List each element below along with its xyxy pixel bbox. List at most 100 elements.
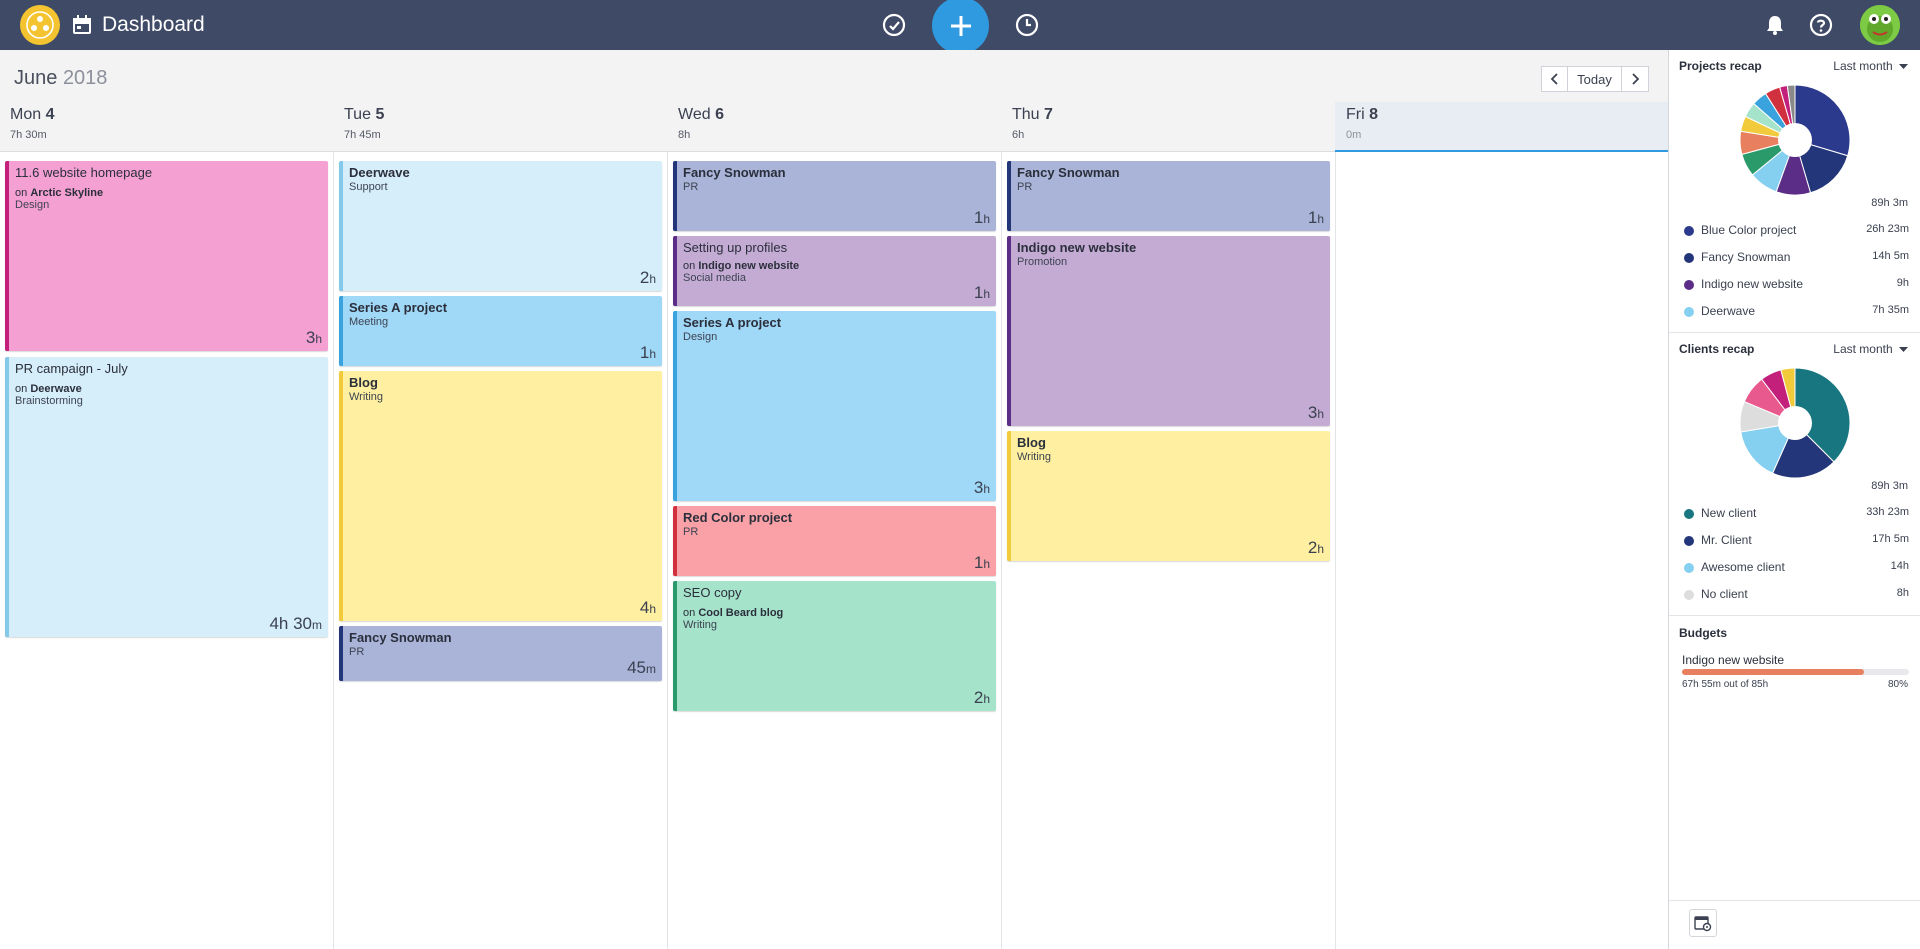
entry-task: Writing xyxy=(683,619,718,631)
time-entry-card[interactable]: Series A project Meeting 1h xyxy=(339,296,662,366)
entry-title: 11.6 website homepage xyxy=(15,165,153,180)
client-legend-row[interactable]: Awesome client 14h xyxy=(1669,559,1920,581)
add-entry-button[interactable] xyxy=(932,0,989,54)
day-total: 0m xyxy=(1346,129,1362,141)
legend-dot xyxy=(1684,509,1694,519)
projects-range-dropdown[interactable]: Last month xyxy=(1833,59,1908,73)
day-header-tue[interactable]: Tue 5 7h 45m xyxy=(344,106,678,141)
time-entry-card[interactable]: Setting up profiles on Indigo new websit… xyxy=(673,236,996,306)
budgets-title: Budgets xyxy=(1679,626,1727,640)
entry-task: Meeting xyxy=(349,316,389,328)
today-button[interactable]: Today xyxy=(1567,66,1622,92)
entry-project: on Arctic Skyline xyxy=(15,187,104,199)
legend-dot xyxy=(1684,563,1694,573)
caret-down-icon xyxy=(1899,64,1908,69)
clock-icon[interactable] xyxy=(1014,12,1040,38)
entry-duration: 4h xyxy=(639,598,656,617)
clients-range-dropdown[interactable]: Last month xyxy=(1833,342,1908,356)
entry-duration: 2h xyxy=(639,268,656,287)
entry-task: Promotion xyxy=(1017,256,1068,268)
entry-duration: 1h xyxy=(973,553,990,572)
day-total: 7h 45m xyxy=(344,129,381,141)
calendar-settings-icon xyxy=(1694,916,1712,932)
time-entry-card[interactable]: Blog Writing 2h xyxy=(1007,431,1330,561)
top-bar: Dashboard xyxy=(0,0,1920,54)
prev-week-button[interactable] xyxy=(1541,66,1568,92)
budget-progress-fill xyxy=(1682,669,1864,675)
column-divider xyxy=(333,152,334,949)
entry-task: Support xyxy=(349,181,388,193)
client-legend-row[interactable]: Mr. Client 17h 5m xyxy=(1669,532,1920,554)
legend-value: 14h 5m xyxy=(1872,250,1909,262)
project-legend-row[interactable]: Fancy Snowman 14h 5m xyxy=(1669,249,1920,271)
calendar-icon xyxy=(73,15,91,34)
entry-project: on Indigo new website xyxy=(683,260,800,272)
plus-icon xyxy=(950,15,971,36)
time-entry-card[interactable]: PR campaign - July on Deerwave Brainstor… xyxy=(5,357,328,637)
entry-title: Blog xyxy=(1017,435,1046,450)
entry-task: PR xyxy=(683,181,699,193)
month-label: June 2018 xyxy=(14,67,107,90)
entry-title: Deerwave xyxy=(349,165,410,180)
project-legend-row[interactable]: Deerwave 7h 35m xyxy=(1669,303,1920,325)
entry-title: Series A project xyxy=(683,315,782,330)
day-total: 8h xyxy=(678,129,691,141)
range-label: Last month xyxy=(1833,59,1893,73)
project-legend-row[interactable]: Blue Color project 26h 23m xyxy=(1669,222,1920,244)
entry-project: on Deerwave xyxy=(15,383,82,395)
user-avatar[interactable] xyxy=(1860,5,1900,45)
avatar-icon xyxy=(1860,5,1900,45)
client-legend-row[interactable]: New client 33h 23m xyxy=(1669,505,1920,527)
day-header-thu[interactable]: Thu 7 6h xyxy=(1012,106,1346,141)
time-entry-card[interactable]: 11.6 website homepage on Arctic Skyline … xyxy=(5,161,328,351)
dashboard-gauge-icon[interactable] xyxy=(881,12,907,38)
chevron-right-icon xyxy=(1632,73,1640,85)
day-header-mon[interactable]: Mon 4 7h 30m xyxy=(10,106,344,141)
time-entry-card[interactable]: SEO copy on Cool Beard blog Writing 2h xyxy=(673,581,996,711)
clients-donut-chart xyxy=(1739,367,1851,479)
client-legend-row[interactable]: No client 8h xyxy=(1669,586,1920,608)
legend-dot xyxy=(1684,253,1694,263)
entry-task: Social media xyxy=(683,272,746,284)
day-header-wed[interactable]: Wed 6 8h xyxy=(678,106,1012,141)
time-entry-card[interactable]: Red Color project PR 1h xyxy=(673,506,996,576)
entry-title: PR campaign - July xyxy=(15,361,128,376)
time-entry-card[interactable]: Blog Writing 4h xyxy=(339,371,662,621)
entry-duration: 3h xyxy=(1307,403,1324,422)
legend-value: 7h 35m xyxy=(1872,304,1909,316)
column-divider xyxy=(667,152,668,949)
app-logo[interactable] xyxy=(20,5,60,45)
legend-name: Deerwave xyxy=(1701,304,1756,318)
recap-sidebar: Projects recap Last month 89h 3m Blue Co… xyxy=(1668,50,1920,949)
entry-title: Fancy Snowman xyxy=(1017,165,1120,180)
day-total: 6h xyxy=(1012,129,1025,141)
next-week-button[interactable] xyxy=(1621,66,1649,92)
entry-duration: 1h xyxy=(1307,208,1324,227)
time-entry-card[interactable]: Fancy Snowman PR 45m xyxy=(339,626,662,681)
entry-duration: 3h xyxy=(973,478,990,497)
budget-progress-bar xyxy=(1682,669,1909,675)
legend-dot xyxy=(1684,536,1694,546)
help-icon[interactable] xyxy=(1808,12,1834,38)
day-header-fri[interactable]: Fri 8 0m xyxy=(1346,106,1680,141)
entry-task: Design xyxy=(683,331,718,343)
project-legend-row[interactable]: Indigo new website 9h xyxy=(1669,276,1920,298)
time-entry-card[interactable]: Series A project Design 3h xyxy=(673,311,996,501)
entry-duration: 45m xyxy=(627,658,656,677)
budget-project-name[interactable]: Indigo new website xyxy=(1682,653,1784,667)
month-name: June xyxy=(14,67,58,89)
time-entry-card[interactable]: Deerwave Support 2h xyxy=(339,161,662,291)
entry-task: Design xyxy=(15,199,50,211)
time-entry-card[interactable]: Indigo new website Promotion 3h xyxy=(1007,236,1330,426)
time-entry-card[interactable]: Fancy Snowman PR 1h xyxy=(1007,161,1330,231)
clients-recap-title: Clients recap xyxy=(1679,342,1755,356)
notification-bell-icon[interactable] xyxy=(1762,12,1788,38)
legend-name: No client xyxy=(1701,587,1748,601)
time-entry-card[interactable]: Fancy Snowman PR 1h xyxy=(673,161,996,231)
entry-duration: 2h xyxy=(973,688,990,707)
entry-title: Fancy Snowman xyxy=(349,630,452,645)
entry-title: Indigo new website xyxy=(1017,240,1137,255)
entry-title: Blog xyxy=(349,375,378,390)
legend-dot xyxy=(1684,590,1694,600)
calendar-settings-button[interactable] xyxy=(1689,909,1717,937)
